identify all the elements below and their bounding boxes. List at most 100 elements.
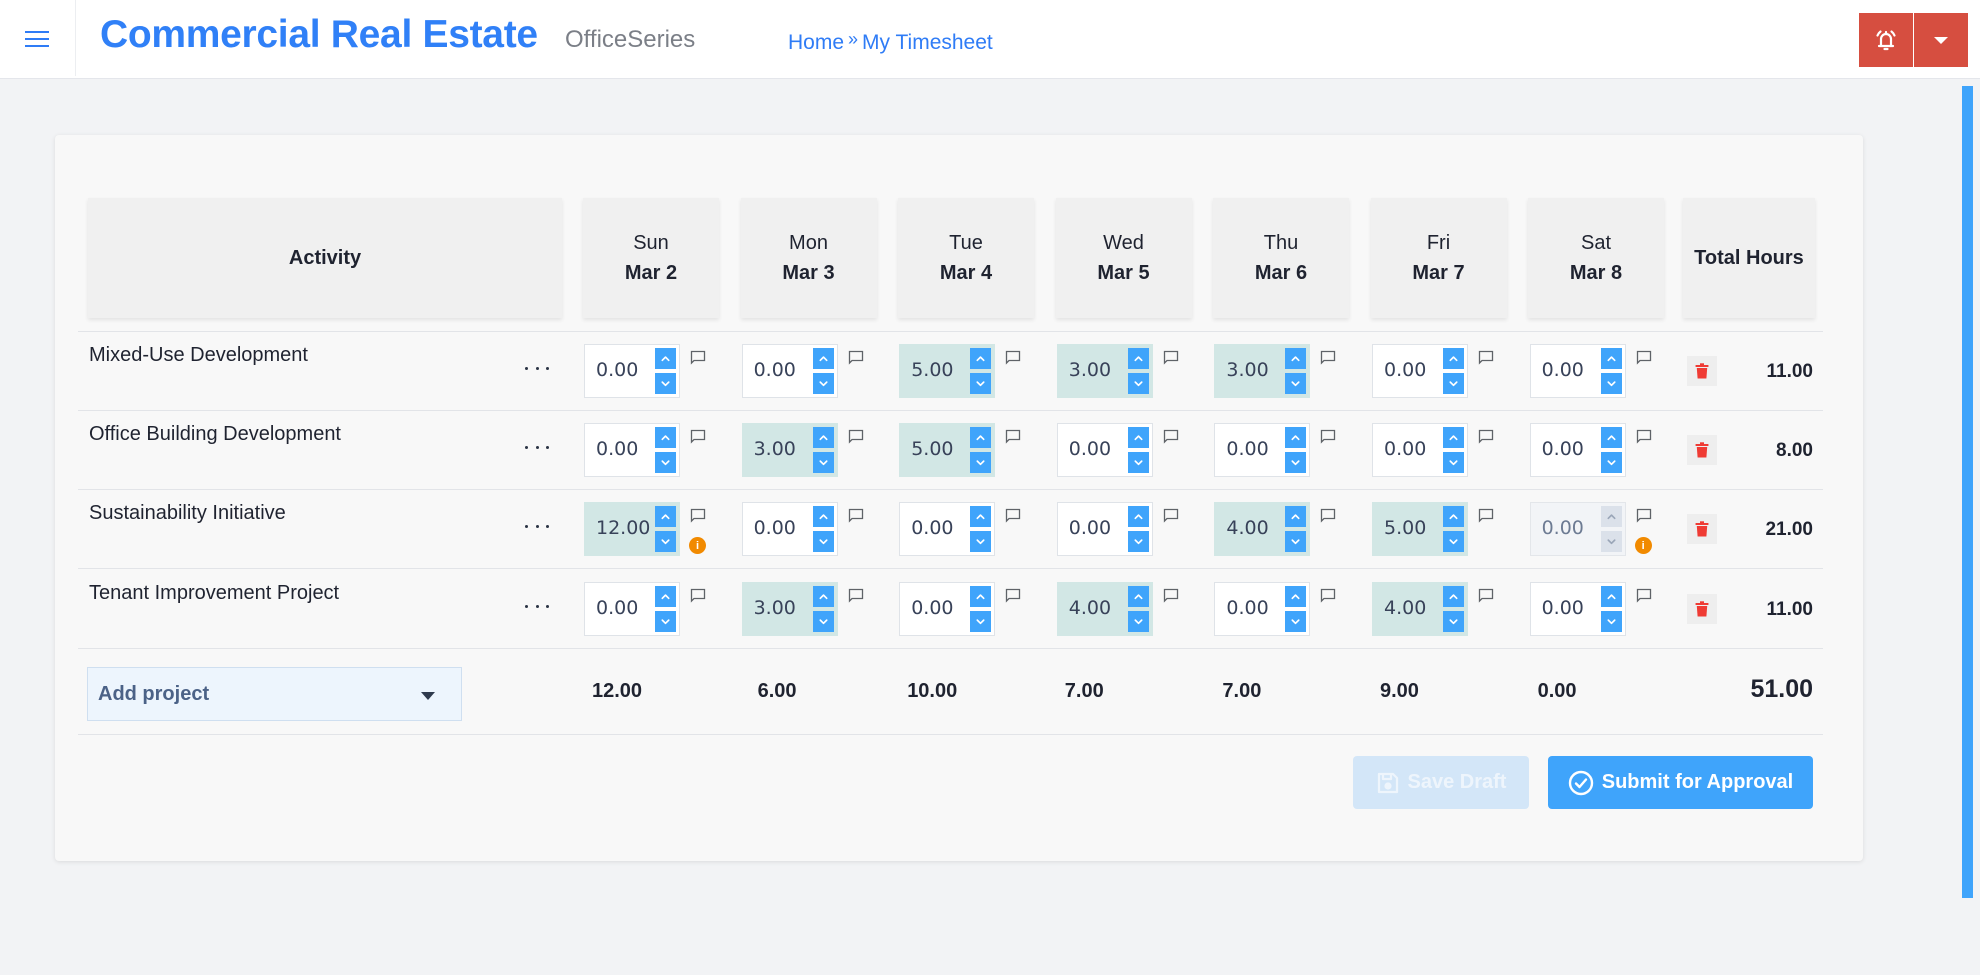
chevron-down-icon[interactable] [1443,531,1464,552]
chevron-up-icon[interactable] [812,506,834,527]
chevron-down-icon[interactable] [1127,611,1149,632]
comment-icon[interactable] [690,588,706,603]
chevron-down-icon[interactable] [1443,452,1464,473]
comment-icon[interactable] [1478,350,1494,365]
chevron-down-icon[interactable] [1285,611,1307,632]
submit-for-approval-button[interactable]: Submit for Approval [1548,756,1813,809]
hours-input[interactable]: 4.00 [1214,502,1311,556]
chevron-up-icon[interactable] [1285,506,1307,527]
hours-input[interactable]: 0.00 [1372,344,1468,398]
comment-icon[interactable] [1320,508,1336,523]
chevron-up-icon[interactable] [1600,348,1622,369]
chevron-up-icon[interactable] [970,427,992,448]
hours-input[interactable]: 0.00 [1214,582,1311,636]
chevron-down-icon[interactable] [1600,611,1622,632]
chevron-down-icon[interactable] [970,373,992,394]
chevron-up-icon[interactable] [812,586,834,607]
chevron-up-icon[interactable] [812,427,834,448]
comment-icon[interactable] [1005,429,1021,444]
chevron-down-icon[interactable] [655,611,676,632]
chevron-down-icon[interactable] [1443,373,1464,394]
alerts-button[interactable] [1859,13,1913,67]
chevron-up-icon[interactable] [812,348,834,369]
chevron-down-icon[interactable] [1443,611,1464,632]
more-horizontal-icon[interactable] [522,358,552,378]
chevron-down-icon[interactable] [970,611,992,632]
comment-icon[interactable] [1636,508,1652,523]
breadcrumb-home[interactable]: Home [788,31,844,55]
comment-icon[interactable] [1636,429,1652,444]
comment-icon[interactable] [1636,588,1652,603]
comment-icon[interactable] [1320,429,1336,444]
comment-icon[interactable] [690,429,706,444]
chevron-up-icon[interactable] [655,348,676,369]
breadcrumb-my-timesheet[interactable]: My Timesheet [862,31,993,55]
comment-icon[interactable] [690,508,706,523]
comment-icon[interactable] [1163,508,1179,523]
chevron-up-icon[interactable] [1127,506,1149,527]
chevron-up-icon[interactable] [970,506,992,527]
chevron-down-icon[interactable] [812,531,834,552]
hours-input[interactable]: 4.00 [1056,582,1153,636]
comment-icon[interactable] [1320,350,1336,365]
info-warning-icon[interactable]: i [689,537,706,554]
chevron-up-icon[interactable] [1285,348,1307,369]
chevron-down-icon[interactable] [812,611,834,632]
comment-icon[interactable] [1478,588,1494,603]
hours-input[interactable]: 4.00 [1372,582,1468,636]
hours-input[interactable]: 0.00 [1529,344,1626,398]
hours-input[interactable]: 3.00 [741,423,838,477]
chevron-up-icon[interactable] [1443,506,1464,527]
chevron-up-icon[interactable] [1443,427,1464,448]
delete-row-button[interactable] [1687,514,1717,544]
hours-input[interactable]: 5.00 [1372,502,1468,556]
chevron-up-icon[interactable] [1127,427,1149,448]
chevron-down-icon[interactable] [970,452,992,473]
save-draft-button[interactable]: Save Draft [1353,756,1529,809]
chevron-down-icon[interactable] [1127,531,1149,552]
more-horizontal-icon[interactable] [522,596,552,616]
comment-icon[interactable] [1478,429,1494,444]
hours-input[interactable]: 12.00 [584,502,680,556]
chevron-up-icon[interactable] [655,427,676,448]
more-horizontal-icon[interactable] [522,516,552,536]
hours-input[interactable]: 0.00 [899,582,996,636]
comment-icon[interactable] [1005,588,1021,603]
chevron-up-icon[interactable] [1127,586,1149,607]
chevron-up-icon[interactable] [1443,348,1464,369]
chevron-up-icon[interactable] [655,506,676,527]
chevron-down-icon[interactable] [1127,373,1149,394]
chevron-down-icon[interactable] [812,452,834,473]
comment-icon[interactable] [1163,350,1179,365]
comment-icon[interactable] [848,429,864,444]
chevron-up-icon[interactable] [970,348,992,369]
hours-input[interactable]: 0.00 [1056,502,1153,556]
chevron-down-icon[interactable] [1285,531,1307,552]
hours-input[interactable]: 3.00 [741,582,838,636]
chevron-up-icon[interactable] [970,586,992,607]
chevron-up-icon[interactable] [1127,348,1149,369]
delete-row-button[interactable] [1687,594,1717,624]
hours-input[interactable]: 0.00 [584,582,680,636]
chevron-down-icon[interactable] [655,373,676,394]
comment-icon[interactable] [848,508,864,523]
delete-row-button[interactable] [1687,356,1717,386]
hours-input[interactable]: 5.00 [899,344,996,398]
comment-icon[interactable] [1163,429,1179,444]
chevron-up-icon[interactable] [1285,586,1307,607]
hours-input[interactable]: 0.00 [741,502,838,556]
hours-input[interactable]: 0.00 [1056,423,1153,477]
hours-input[interactable]: 0.00 [1529,423,1626,477]
hours-input[interactable]: 3.00 [1056,344,1153,398]
comment-icon[interactable] [690,350,706,365]
hamburger-menu-icon[interactable] [22,26,52,50]
chevron-down-icon[interactable] [655,452,676,473]
comment-icon[interactable] [1005,350,1021,365]
hours-input[interactable]: 0.00 [899,502,996,556]
chevron-down-icon[interactable] [655,531,676,552]
hours-input[interactable]: 0.00 [741,344,838,398]
more-horizontal-icon[interactable] [522,437,552,457]
chevron-up-icon[interactable] [655,586,676,607]
comment-icon[interactable] [1320,588,1336,603]
comment-icon[interactable] [1163,588,1179,603]
